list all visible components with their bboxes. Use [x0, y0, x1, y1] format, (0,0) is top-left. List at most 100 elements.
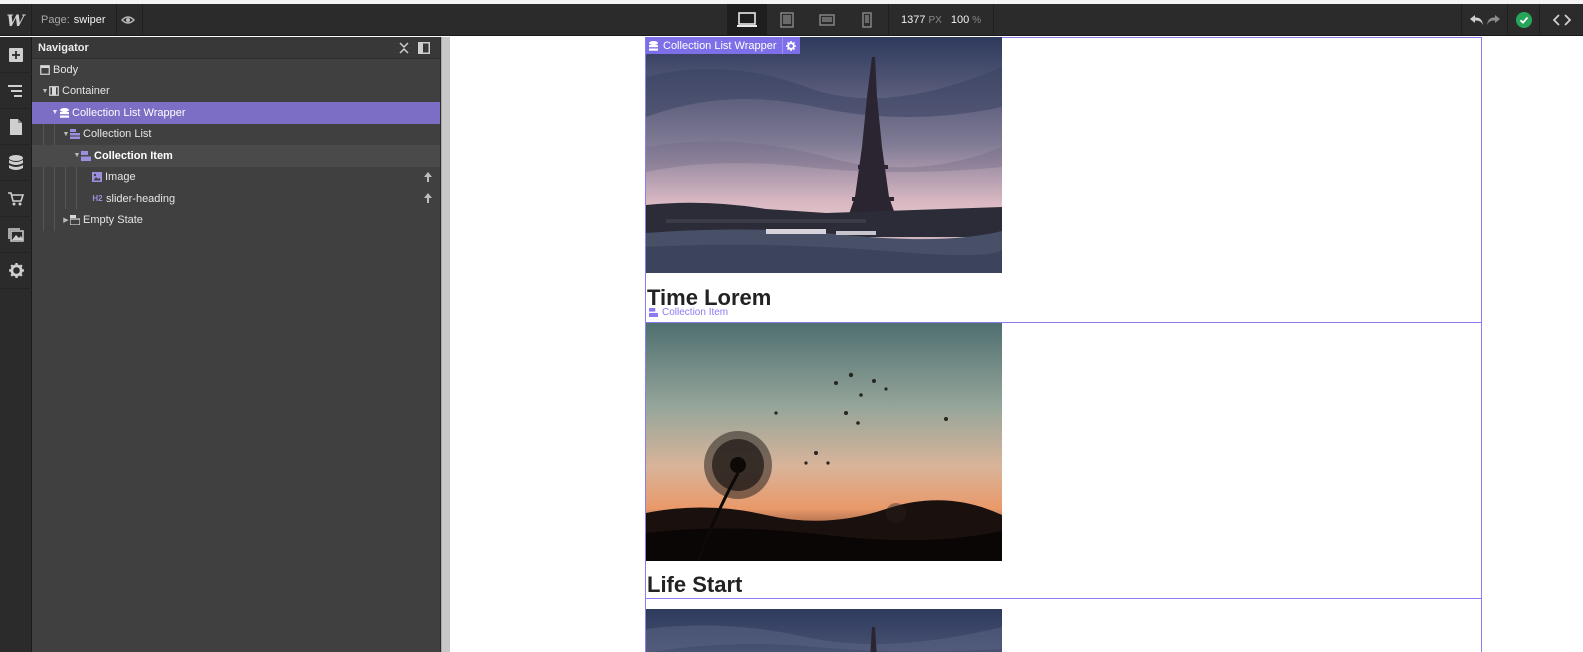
- code-export-button[interactable]: [1539, 4, 1583, 36]
- caret-down-icon[interactable]: ▼: [73, 152, 81, 159]
- canvas-zoom-unit: %: [972, 14, 982, 26]
- webflow-logo-icon[interactable]: W: [0, 4, 32, 36]
- breakpoint-mobile-portrait-button[interactable]: [847, 4, 887, 36]
- tree-node-label: Image: [105, 171, 136, 184]
- tree-node-label: Collection Item: [94, 149, 173, 162]
- preview-button[interactable]: [113, 4, 143, 36]
- tablet-icon: [780, 12, 794, 28]
- collection-list-wrapper-badge[interactable]: Collection List Wrapper: [646, 37, 800, 54]
- panel-resize-handle[interactable]: [441, 37, 450, 652]
- collection-list-icon: [70, 129, 80, 140]
- dock-panel-icon: [418, 41, 430, 54]
- undo-icon[interactable]: [1469, 14, 1485, 26]
- caret-down-icon[interactable]: ▼: [51, 109, 59, 116]
- page-selector[interactable]: Page: swiper: [33, 4, 117, 36]
- settings-panel-button[interactable]: [0, 253, 32, 289]
- dock-panel-button[interactable]: [414, 38, 434, 58]
- gear-icon: [8, 263, 24, 278]
- dandelion-sunset-photo-icon: [646, 323, 1002, 561]
- tree-node-label: Empty State: [83, 214, 143, 227]
- cms-panel-button[interactable]: [0, 145, 32, 181]
- code-brackets-icon: [1552, 14, 1571, 26]
- caret-down-icon[interactable]: ▼: [62, 131, 70, 138]
- desktop-icon: [737, 12, 757, 27]
- empty-state-icon: [70, 215, 80, 226]
- tree-node-image[interactable]: Image: [32, 167, 440, 189]
- navigator-panel-button[interactable]: [0, 73, 32, 109]
- collection-item-icon: [649, 308, 658, 317]
- eiffel-tower-photo-icon: [646, 37, 1002, 273]
- undo-redo-group: [1461, 4, 1507, 36]
- caret-down-icon[interactable]: ▼: [41, 88, 49, 95]
- tree-node-collection-list[interactable]: ▼ Collection List: [32, 124, 440, 146]
- navigator-header: Navigator: [32, 37, 440, 59]
- slide-image[interactable]: [646, 323, 1002, 561]
- eiffel-tower-photo-icon: [646, 609, 1002, 652]
- database-icon: [9, 154, 23, 170]
- breakpoint-tablet-button[interactable]: [767, 4, 807, 36]
- collection-item-icon: [81, 150, 91, 161]
- canvas-zoom-value: 100: [950, 14, 970, 26]
- page-label-key: Page:: [41, 14, 70, 26]
- tree-node-empty-state[interactable]: ▶ Empty State: [32, 210, 440, 232]
- tree-node-label: Collection List: [83, 128, 152, 141]
- badge-label: Collection List Wrapper: [663, 39, 777, 52]
- navigator-panel: Navigator Body ▼ Container ▼ Collection …: [32, 37, 441, 652]
- check-circle-icon: [1515, 12, 1532, 28]
- collection-wrapper-icon: [649, 40, 658, 51]
- collection-item-label: Collection Item: [662, 307, 729, 318]
- tree-node-label: Body: [53, 63, 79, 76]
- container-icon: [49, 86, 59, 97]
- ecommerce-panel-button[interactable]: [0, 181, 32, 217]
- page-label-name: swiper: [73, 14, 106, 26]
- image-element-icon: [92, 172, 102, 183]
- navigator-tree: Body ▼ Container ▼ Collection List Wrapp…: [32, 59, 440, 231]
- plus-square-icon: [9, 47, 23, 62]
- top-toolbar: W Page: swiper 1377 PX 100 %: [0, 4, 1583, 36]
- collapse-all-button[interactable]: [394, 38, 414, 58]
- tree-node-collection-list-wrapper[interactable]: ▼ Collection List Wrapper: [32, 102, 440, 124]
- navigator-list-icon: [8, 84, 22, 97]
- collection-wrapper-icon: [59, 107, 69, 118]
- publish-status-button[interactable]: [1507, 4, 1539, 36]
- right-toolbar: [1461, 4, 1583, 36]
- cms-bound-pin-icon[interactable]: [424, 171, 432, 185]
- breakpoint-switcher: [727, 4, 887, 36]
- cms-bound-pin-icon[interactable]: [424, 193, 432, 206]
- breakpoint-mobile-landscape-button[interactable]: [807, 4, 847, 36]
- slide-image[interactable]: [646, 609, 1002, 652]
- breakpoint-desktop-button[interactable]: [727, 4, 767, 36]
- canvas-width-unit: PX: [928, 14, 942, 26]
- images-icon: [8, 227, 24, 242]
- cart-icon: [8, 191, 24, 205]
- add-panel-button[interactable]: [0, 37, 32, 73]
- left-icon-rail: [0, 37, 32, 652]
- navigator-title: Navigator: [38, 41, 89, 54]
- tree-node-slider-heading[interactable]: H2 slider-heading: [32, 188, 440, 210]
- pages-panel-button[interactable]: [0, 109, 32, 145]
- slide-image[interactable]: [646, 37, 1002, 273]
- mobile-landscape-icon: [819, 14, 835, 26]
- mobile-portrait-icon: [862, 12, 872, 28]
- canvas-width-value: 1377: [901, 14, 926, 26]
- redo-icon[interactable]: [1485, 14, 1501, 26]
- collection-item-hover-label: Collection Item: [649, 307, 728, 318]
- assets-panel-button[interactable]: [0, 217, 32, 253]
- slider-heading[interactable]: Life Start: [647, 572, 742, 598]
- canvas-dimensions[interactable]: 1377 PX 100 %: [888, 4, 995, 36]
- tree-node-container[interactable]: ▼ Container: [32, 81, 440, 103]
- tree-node-label: slider-heading: [106, 192, 176, 205]
- tree-node-body[interactable]: Body: [32, 59, 440, 81]
- tree-node-label: Container: [62, 85, 110, 98]
- eye-icon: [120, 16, 135, 24]
- collapse-arrows-icon: [399, 41, 409, 54]
- gear-icon: [786, 40, 797, 51]
- page-document-icon: [10, 118, 22, 135]
- tree-node-label: Collection List Wrapper: [72, 106, 186, 119]
- body-icon: [40, 64, 50, 75]
- caret-right-icon[interactable]: ▶: [62, 216, 70, 224]
- heading-h2-icon: H2: [92, 194, 103, 204]
- design-canvas[interactable]: Time Lorem Life Start Collection List Wr…: [450, 37, 1583, 652]
- tree-node-collection-item[interactable]: ▼ Collection Item: [32, 145, 440, 167]
- element-settings-button[interactable]: [781, 37, 800, 54]
